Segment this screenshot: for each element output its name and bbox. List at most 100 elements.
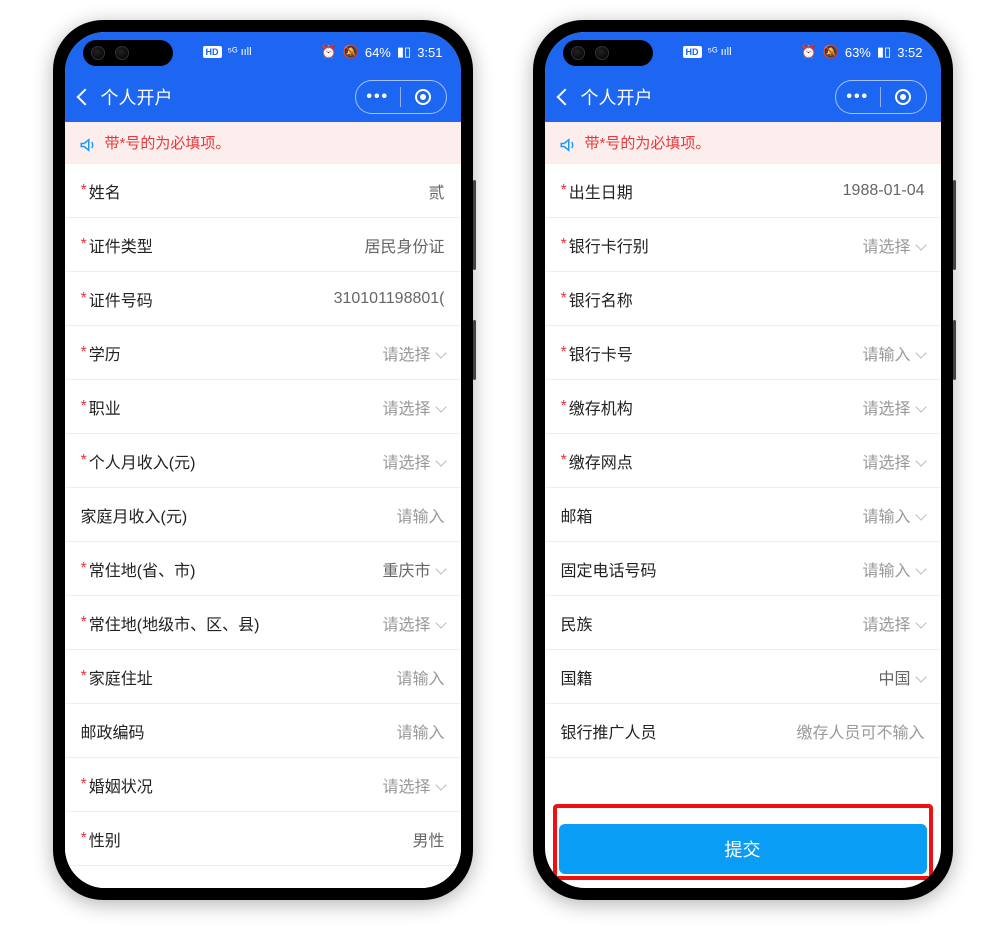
field-label-text: 家庭月收入(元): [81, 503, 188, 527]
field-label: *常住地(省、市): [81, 557, 196, 581]
field-label: *学历: [81, 341, 121, 365]
form-row[interactable]: 固定电话号码 请输入: [545, 542, 941, 596]
field-value[interactable]: 请选择: [862, 449, 924, 473]
miniapp-capsule[interactable]: •••: [835, 80, 927, 114]
field-label-text: 常住地(省、市): [89, 557, 196, 581]
notice-text: 带*号的为必填项。: [585, 132, 711, 153]
form-row[interactable]: *职业请选择: [65, 380, 461, 434]
field-value[interactable]: 请选择: [382, 773, 444, 797]
hd-icon: HD: [683, 46, 702, 58]
field-value-text: 请选择: [382, 773, 430, 797]
field-value[interactable]: 请选择: [862, 395, 924, 419]
field-value-text: 请输入: [396, 503, 444, 527]
field-label-text: 固定电话号码: [561, 557, 657, 581]
form-row[interactable]: 银行推广人员 缴存人员可不输入: [545, 704, 941, 758]
field-label: *个人月收入(元): [81, 449, 196, 473]
form-row[interactable]: *个人月收入(元) 请选择: [65, 434, 461, 488]
form-row[interactable]: 邮箱请输入: [545, 488, 941, 542]
field-value-text: 中国: [878, 665, 910, 689]
field-value[interactable]: 男性: [412, 827, 444, 851]
status-right: ⏰ 🔕 64% ▮▯ 3:51: [320, 44, 442, 60]
field-value[interactable]: 请选择: [382, 341, 444, 365]
field-value[interactable]: 中国: [878, 665, 924, 689]
field-value-text: 310101198801(: [334, 290, 445, 308]
field-value[interactable]: 请输入: [396, 503, 444, 527]
field-value[interactable]: 居民身份证: [364, 233, 444, 257]
back-icon[interactable]: [556, 89, 573, 106]
field-label: 固定电话号码: [561, 557, 657, 581]
field-value[interactable]: 请输入: [396, 665, 444, 689]
form-row[interactable]: *证件类型居民身份证: [65, 218, 461, 272]
required-star: *: [81, 452, 87, 470]
clock-text: 3:52: [897, 45, 922, 60]
form-row[interactable]: 家庭月收入(元) 请输入: [65, 488, 461, 542]
field-value[interactable]: 缴存人员可不输入: [796, 719, 924, 743]
field-label: 银行推广人员: [561, 719, 657, 743]
form-row[interactable]: *银行卡行别请选择: [545, 218, 941, 272]
back-icon[interactable]: [76, 89, 93, 106]
form-row[interactable]: *性别男性: [65, 812, 461, 866]
form-row[interactable]: 国籍中国: [545, 650, 941, 704]
field-value[interactable]: 请输入: [396, 719, 444, 743]
more-icon[interactable]: •••: [356, 88, 401, 106]
field-label: *婚姻状况: [81, 773, 153, 797]
form-row[interactable]: *家庭住址 请输入: [65, 650, 461, 704]
field-value[interactable]: 请输入: [862, 557, 924, 581]
form-row[interactable]: *缴存网点请选择: [545, 434, 941, 488]
field-value[interactable]: 重庆市: [382, 557, 444, 581]
field-value[interactable]: 请选择: [382, 395, 444, 419]
field-label-text: 银行名称: [569, 287, 633, 311]
field-value-text: 请选择: [382, 395, 430, 419]
close-target-icon[interactable]: [881, 89, 926, 105]
field-label-text: 银行推广人员: [561, 719, 657, 743]
field-value[interactable]: 请选择: [382, 611, 444, 635]
field-label: 家庭月收入(元): [81, 503, 188, 527]
form-row[interactable]: *婚姻状况 请选择: [65, 758, 461, 812]
submit-button[interactable]: 提交: [559, 824, 927, 874]
form-row[interactable]: *常住地(地级市、区、县)请选择: [65, 596, 461, 650]
field-value[interactable]: 贰: [428, 179, 444, 203]
nav-bar: 个人开户 •••: [545, 72, 941, 122]
required-star: *: [561, 344, 567, 362]
miniapp-capsule[interactable]: •••: [355, 80, 447, 114]
form-row[interactable]: *学历 请选择: [65, 326, 461, 380]
more-icon[interactable]: •••: [836, 88, 881, 106]
field-label-text: 家庭住址: [89, 665, 153, 689]
status-left: HD ⁵ᴳ ııll: [683, 46, 732, 58]
field-label: *出生日期: [561, 179, 633, 203]
required-star: *: [81, 344, 87, 362]
notice-text: 带*号的为必填项。: [105, 132, 231, 153]
mute-icon: 🔕: [343, 44, 359, 60]
field-value[interactable]: 1988-01-04: [843, 182, 925, 200]
required-star: *: [81, 560, 87, 578]
announce-icon: [559, 136, 577, 150]
field-label-text: 常住地(地级市、区、县): [89, 611, 260, 635]
screen: HD ⁵ᴳ ııll ⏰ 🔕 64% ▮▯ 3:51 个人开户 •••: [65, 32, 461, 888]
required-star: *: [81, 236, 87, 254]
field-value[interactable]: 请选择: [862, 233, 924, 257]
field-label: *家庭住址: [81, 665, 153, 689]
field-value[interactable]: 310101198801(: [334, 290, 445, 308]
form-row[interactable]: *缴存机构请选择: [545, 380, 941, 434]
form-row[interactable]: *银行名称: [545, 272, 941, 326]
camera-cutout: [563, 40, 653, 66]
close-target-icon[interactable]: [401, 89, 446, 105]
battery-icon: ▮▯: [397, 44, 411, 60]
form-row[interactable]: *出生日期 1988-01-04: [545, 164, 941, 218]
required-star: *: [561, 452, 567, 470]
form-row[interactable]: *银行卡号请输入: [545, 326, 941, 380]
form-row[interactable]: 邮政编码请输入: [65, 704, 461, 758]
field-value[interactable]: 请输入: [862, 341, 924, 365]
form-row[interactable]: 民族请选择: [545, 596, 941, 650]
chevron-down-icon: [915, 671, 926, 682]
form-row[interactable]: *姓名贰: [65, 164, 461, 218]
field-value[interactable]: 请输入: [862, 503, 924, 527]
form-row[interactable]: *常住地(省、市) 重庆市: [65, 542, 461, 596]
field-value[interactable]: 请选择: [382, 449, 444, 473]
notice-bar: 带*号的为必填项。: [65, 122, 461, 164]
submit-area: 提交: [545, 810, 941, 888]
field-value-text: 请选择: [382, 449, 430, 473]
field-value-text: 男性: [412, 827, 444, 851]
form-row[interactable]: *证件号码310101198801(: [65, 272, 461, 326]
field-value[interactable]: 请选择: [862, 611, 924, 635]
